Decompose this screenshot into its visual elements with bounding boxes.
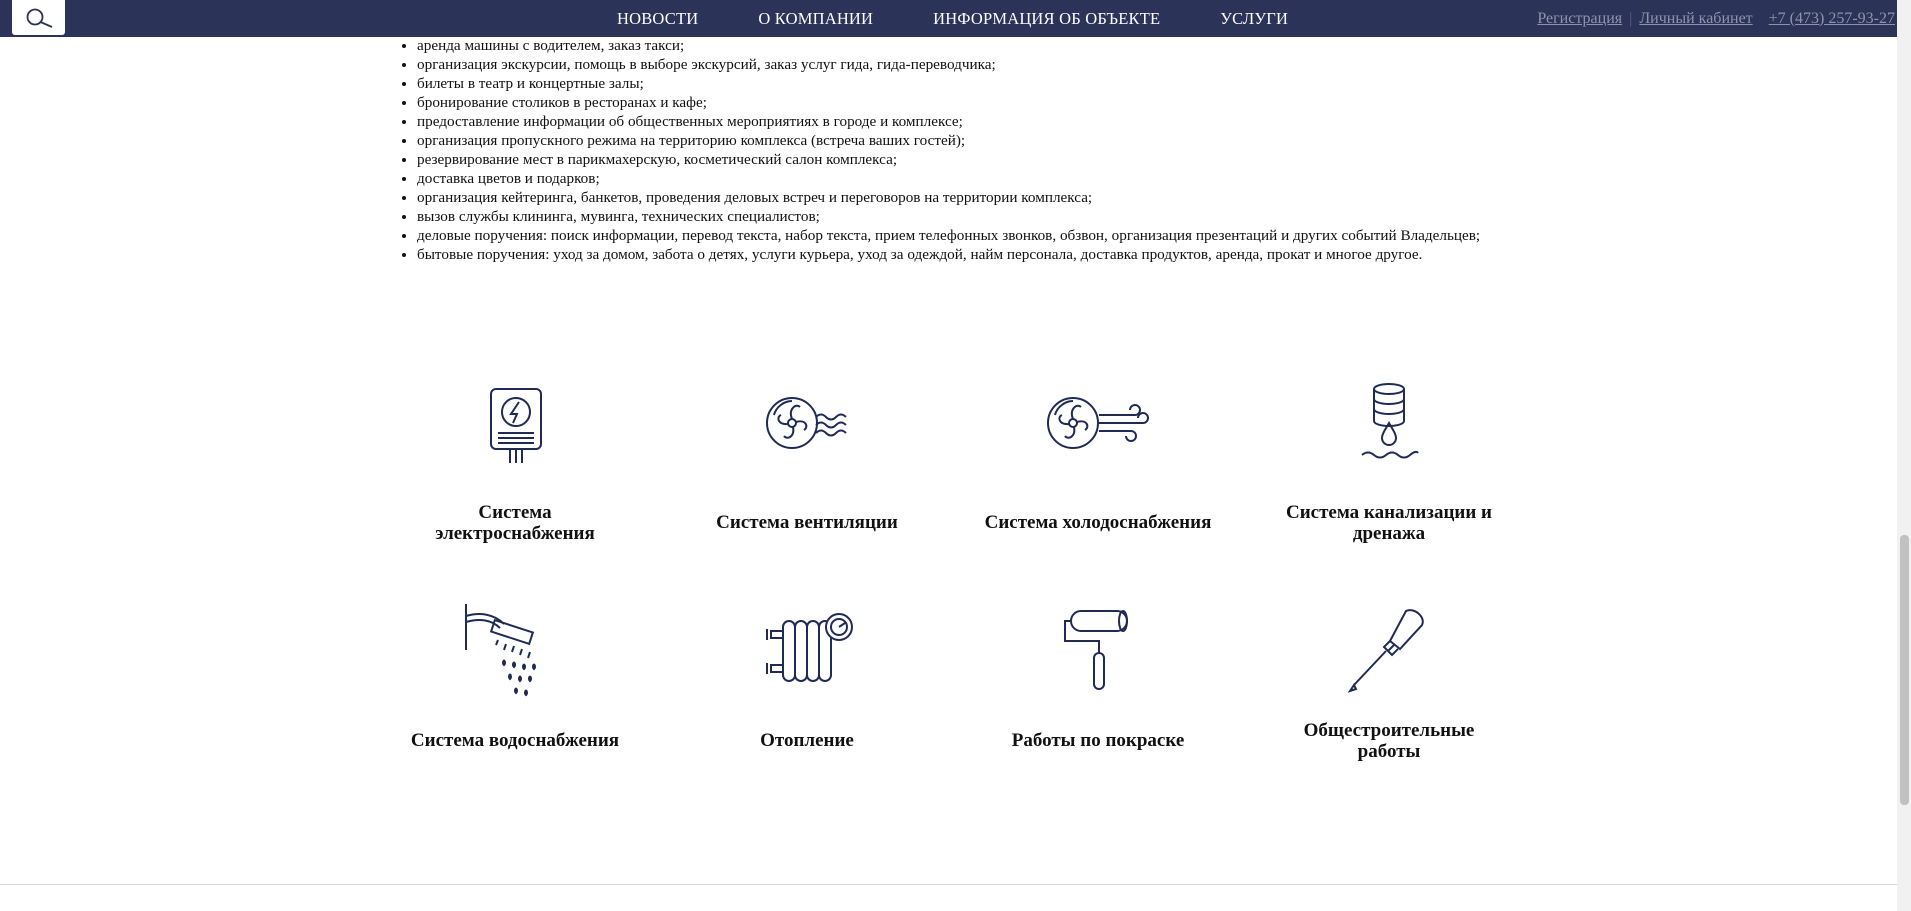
main-nav: НОВОСТИ О КОМПАНИИ ИНФОРМАЦИЯ ОБ ОБЪЕКТЕ… [617,0,1348,37]
system-card-electric[interactable]: Система электроснабжения [365,372,665,544]
shower-icon [465,604,536,697]
system-title: Система электроснабжения [435,502,595,544]
list-item: доставка цветов и подарков; [417,169,1557,188]
system-title: Система водоснабжения [410,730,620,751]
system-title: Система холодоснабжения [984,512,1212,533]
system-card-construction[interactable]: Общестроительные работы [1239,600,1539,762]
cooling-fan-icon [1047,397,1149,449]
system-title: Отопление [760,730,854,751]
ventilation-fan-icon [766,397,847,449]
system-card-painting[interactable]: Работы по покраске [948,600,1248,751]
list-item: резервирование мест в парикмахерскую, ко… [417,150,1557,169]
top-navbar: НОВОСТИ О КОМПАНИИ ИНФОРМАЦИЯ ОБ ОБЪЕКТЕ… [0,0,1911,37]
scrollbar-thumb[interactable] [1900,535,1909,805]
screwdriver-icon [1347,609,1424,693]
list-item: билеты в театр и концертные залы; [417,74,1557,93]
footer-divider [0,884,1897,885]
auth-separator: | [1629,9,1633,27]
list-item: организация кейтеринга, банкетов, провед… [417,188,1557,207]
electric-panel-icon [490,388,542,463]
search-icon [26,8,52,28]
system-card-heating[interactable]: Отопление [657,600,957,751]
list-item: вызов службы клининга, мувинга, техничес… [417,207,1557,226]
system-title: Работы по покраске [1011,730,1185,751]
register-link[interactable]: Регистрация [1537,10,1622,28]
services-list: аренда машины с водителем, заказ такси; … [395,36,1557,264]
phone-link[interactable]: +7 (473) 257-93-27 [1769,10,1895,28]
list-item: деловые поручения: поиск информации, пер… [417,226,1557,245]
list-item: бронирование столиков в ресторанах и каф… [417,93,1557,112]
drainage-drop-icon [1361,383,1419,459]
system-card-water-supply[interactable]: Система водоснабжения [365,600,665,751]
scrollbar[interactable] [1897,0,1911,911]
system-card-cooling[interactable]: Система холодоснабжения [948,372,1248,533]
list-item: предоставление информации об общественны… [417,112,1557,131]
system-card-ventilation[interactable]: Система вентиляции [657,372,957,533]
auth-links: Регистрация | Личный кабинет +7 (473) 25… [1537,0,1895,37]
nav-item-news[interactable]: НОВОСТИ [617,9,698,29]
personal-cabinet-link[interactable]: Личный кабинет [1639,10,1752,28]
list-item: аренда машины с водителем, заказ такси; [417,36,1557,55]
nav-item-object-info[interactable]: ИНФОРМАЦИЯ ОБ ОБЪЕКТЕ [933,9,1160,29]
system-title: Система вентиляции [716,512,898,533]
system-title: Система канализации и дренажа [1286,502,1492,544]
list-item: организация пропускного режима на террит… [417,131,1557,150]
list-item: организация экскурсии, помощь в выборе э… [417,55,1557,74]
system-card-drainage[interactable]: Система канализации и дренажа [1239,372,1539,544]
list-item: бытовые поручения: уход за домом, забота… [417,245,1557,264]
nav-item-services[interactable]: УСЛУГИ [1220,9,1288,29]
nav-item-about[interactable]: О КОМПАНИИ [758,9,873,29]
search-button[interactable] [12,0,65,35]
system-title: Общестроительные работы [1303,720,1475,762]
radiator-icon [766,613,853,682]
paint-roller-icon [1064,610,1128,690]
